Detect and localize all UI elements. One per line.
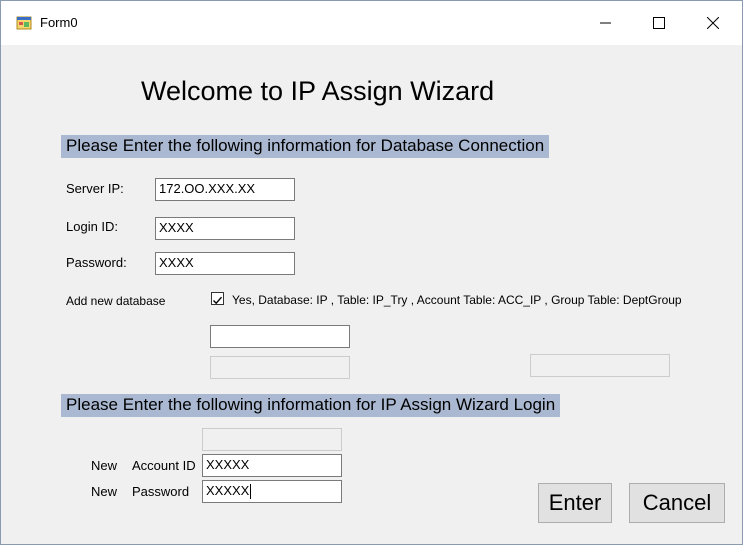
new-account-prefix: New bbox=[91, 458, 118, 473]
new-password-prefix: New bbox=[91, 484, 118, 499]
extra-field-3[interactable] bbox=[530, 354, 670, 377]
maximize-icon bbox=[653, 17, 665, 29]
login-id-input[interactable]: XXXX bbox=[155, 217, 295, 240]
add-db-label: Add new database bbox=[66, 294, 166, 308]
close-button[interactable] bbox=[686, 1, 740, 45]
login-id-label: Login ID: bbox=[66, 219, 119, 234]
text-caret bbox=[250, 484, 252, 500]
add-db-checkbox[interactable] bbox=[211, 292, 224, 305]
minimize-icon bbox=[600, 22, 611, 24]
account-id-input[interactable]: XXXXX bbox=[202, 454, 342, 477]
new-password-value: XXXXX bbox=[206, 483, 250, 498]
extra-field-1[interactable] bbox=[210, 325, 350, 348]
server-ip-input[interactable]: 172.OO.XXX.XX bbox=[155, 178, 295, 201]
extra-field-4[interactable] bbox=[202, 428, 342, 451]
app-window: Form0 Welcome to IP Assign Wizard Please… bbox=[0, 0, 743, 545]
form-app-icon bbox=[16, 15, 32, 31]
account-id-label: Account ID bbox=[132, 458, 196, 473]
enter-button[interactable]: Enter bbox=[538, 483, 612, 523]
checkmark-icon bbox=[213, 296, 223, 305]
password-input[interactable]: XXXX bbox=[155, 252, 295, 275]
extra-field-2[interactable] bbox=[210, 356, 350, 379]
server-ip-label: Server IP: bbox=[66, 181, 124, 196]
minimize-button[interactable] bbox=[579, 1, 633, 45]
maximize-button[interactable] bbox=[632, 1, 686, 45]
add-db-option-text: Yes, Database: IP , Table: IP_Try , Acco… bbox=[232, 293, 682, 307]
cancel-button[interactable]: Cancel bbox=[629, 483, 725, 523]
password-label: Password: bbox=[66, 255, 127, 270]
new-password-label: Password bbox=[132, 484, 190, 499]
page-title: Welcome to IP Assign Wizard bbox=[141, 76, 495, 106]
window-title: Form0 bbox=[40, 15, 78, 30]
close-icon bbox=[707, 17, 719, 29]
title-bar[interactable]: Form0 bbox=[1, 1, 742, 45]
new-password-input[interactable]: XXXXX bbox=[202, 480, 342, 503]
login-section-header: Please Enter the following information f… bbox=[61, 394, 561, 417]
db-section-header: Please Enter the following information f… bbox=[61, 135, 550, 158]
